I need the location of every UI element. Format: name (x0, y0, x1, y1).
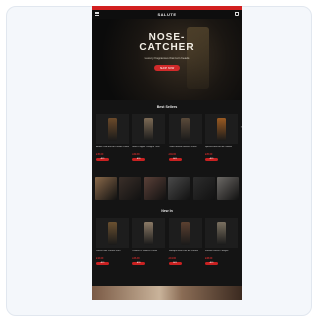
product-price: £46.00 (132, 257, 140, 260)
lifestyle-banner (92, 286, 242, 300)
category-tile[interactable] (216, 177, 239, 200)
product-name[interactable]: Black Pepper Cologne 75ml (132, 146, 165, 152)
category-tile[interactable] (119, 177, 142, 200)
product-image[interactable] (168, 114, 202, 144)
product-image[interactable] (96, 114, 129, 144)
product-card[interactable]: Spiced Rum Eau de Toilette £35.00 ADD (204, 114, 238, 161)
product-card[interactable]: Cedar Smoke Intense 100ml £49.00 ADD (168, 114, 202, 161)
product-name[interactable]: Spiced Rum Eau de Toilette (205, 146, 238, 152)
category-tiles (92, 177, 242, 200)
product-card[interactable]: Vetiver Noir Parfum 50ml £42.00 ADD (96, 218, 129, 265)
product-bottle (216, 118, 226, 141)
product-name[interactable]: Amber Oud Eau de Parfum 100ml (96, 146, 129, 152)
add-to-cart-button[interactable]: ADD (168, 261, 182, 265)
add-to-cart-button[interactable]: ADD (204, 261, 218, 265)
product-name[interactable]: Leather & Tobacco 100ml (132, 250, 165, 256)
category-tile[interactable] (192, 177, 215, 200)
product-bottle (144, 118, 154, 141)
category-tile[interactable] (95, 177, 117, 200)
add-to-cart-button[interactable]: ADD (204, 157, 218, 161)
product-card[interactable]: Leather & Tobacco 100ml £46.00 ADD (132, 218, 166, 265)
product-card[interactable]: Amber Oud Eau de Parfum 100ml £45.00 ADD (96, 114, 129, 161)
category-tile[interactable] (168, 177, 191, 200)
product-name[interactable]: Frosted Vetiver Cologne (205, 250, 238, 256)
chevron-right-icon[interactable]: › (241, 124, 242, 129)
product-image[interactable] (132, 114, 166, 144)
product-bottle (180, 222, 190, 245)
product-bottle (108, 118, 117, 141)
product-image[interactable] (168, 218, 202, 248)
product-price: £49.00 (168, 153, 176, 156)
product-price: £38.00 (204, 257, 213, 260)
hero-banner: NOSE- CATCHER Luxury fragrances that tur… (92, 19, 242, 100)
product-name[interactable]: Vetiver Noir Parfum 50ml (96, 250, 129, 256)
hero-title: NOSE- CATCHER (139, 32, 195, 53)
product-card[interactable]: Midnight Musk Eau de Parfum £44.00 ADD (168, 218, 202, 265)
product-bottle (144, 222, 154, 245)
add-to-cart-button[interactable]: ADD (132, 261, 146, 265)
product-image[interactable] (204, 114, 238, 144)
product-price: £42.00 (96, 257, 104, 260)
product-card[interactable]: Frosted Vetiver Cologne £38.00 ADD (204, 218, 238, 265)
product-card[interactable]: Black Pepper Cologne 75ml £39.00 ADD (132, 114, 166, 161)
product-image[interactable] (96, 218, 129, 248)
product-bottle (108, 222, 117, 245)
brand-logo[interactable]: SALUTE (158, 12, 177, 17)
product-name[interactable]: Midnight Musk Eau de Parfum (169, 250, 202, 256)
section-title-new-in: New In (161, 209, 173, 213)
product-price: £45.00 (96, 153, 104, 156)
product-price: £39.00 (132, 153, 140, 156)
add-to-cart-button[interactable]: ADD (132, 157, 146, 161)
product-price: £35.00 (204, 153, 213, 156)
product-bottle (180, 118, 190, 141)
product-bottle (216, 222, 226, 245)
menu-icon[interactable] (95, 12, 99, 16)
category-tile[interactable] (143, 177, 166, 200)
product-image[interactable] (132, 218, 166, 248)
best-sellers-list: Amber Oud Eau de Parfum 100ml £45.00 ADD Bl… (92, 114, 242, 161)
product-price: £44.00 (168, 257, 176, 260)
add-to-cart-button[interactable]: ADD (96, 157, 109, 161)
hero-cta-button[interactable]: SHOP NOW (154, 65, 180, 71)
product-name[interactable]: Cedar Smoke Intense 100ml (169, 146, 202, 152)
cart-icon[interactable] (235, 12, 239, 16)
hero-subtitle: Luxury fragrances that turn heads (144, 56, 190, 60)
site-header: SALUTE (92, 10, 242, 19)
section-title-best-sellers: Best Sellers (156, 105, 178, 109)
new-in-list: Vetiver Noir Parfum 50ml £42.00 ADD Leather… (92, 218, 242, 265)
add-to-cart-button[interactable]: ADD (168, 157, 182, 161)
product-image[interactable] (204, 218, 238, 248)
mobile-page-preview: SALUTE NOSE- CATCHER Luxury fragrances t… (92, 6, 242, 300)
add-to-cart-button[interactable]: ADD (96, 261, 109, 265)
